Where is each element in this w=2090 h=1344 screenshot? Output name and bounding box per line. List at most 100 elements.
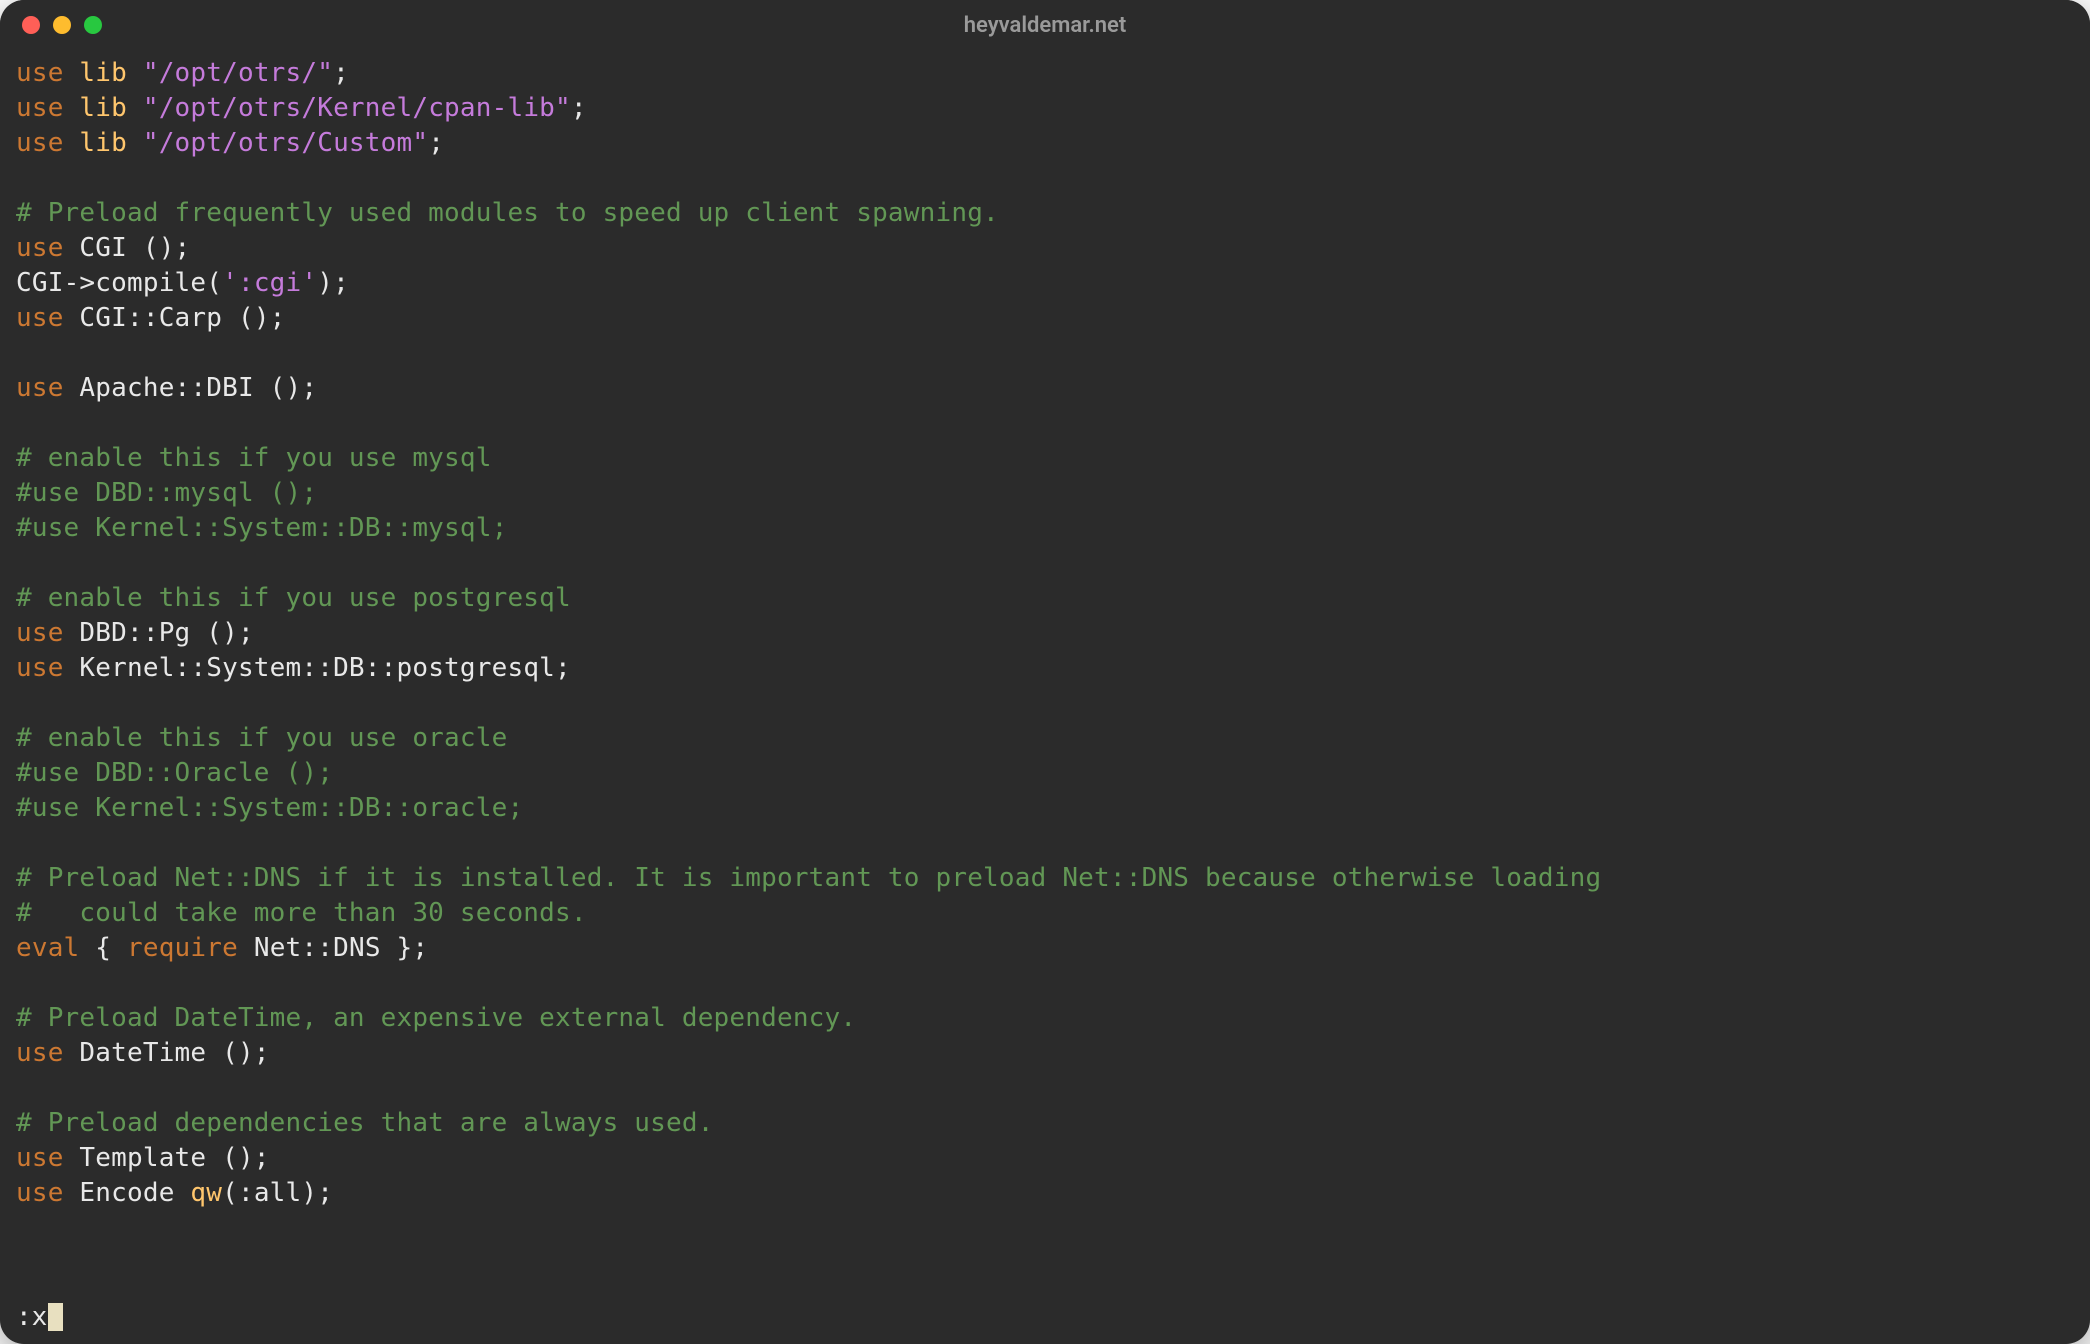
terminal-window: heyvaldemar.net use lib "/opt/otrs/";use… xyxy=(0,0,2090,1344)
code-line xyxy=(16,406,2074,441)
cursor-icon xyxy=(48,1303,63,1331)
code-line: # enable this if you use mysql xyxy=(16,441,2074,476)
code-token-punc: (); xyxy=(254,373,317,403)
code-token-str: "/opt/otrs/" xyxy=(143,58,333,88)
terminal-content[interactable]: use lib "/opt/otrs/";use lib "/opt/otrs/… xyxy=(0,50,2090,1223)
code-line: CGI->compile(':cgi'); xyxy=(16,266,2074,301)
code-token-punc: ; xyxy=(428,128,444,158)
close-icon[interactable] xyxy=(22,16,40,34)
code-token-punc xyxy=(64,128,80,158)
code-token-str: "/opt/otrs/Kernel/cpan-lib" xyxy=(143,93,571,123)
code-token-punc: ; xyxy=(412,933,428,963)
code-line xyxy=(16,826,2074,861)
code-token-punc: ); xyxy=(317,268,349,298)
code-token-punc: ( xyxy=(206,268,222,298)
code-token-punc: (); xyxy=(127,233,190,263)
code-line: # could take more than 30 seconds. xyxy=(16,896,2074,931)
code-line xyxy=(16,1071,2074,1106)
code-token-cmt: # could take more than 30 seconds. xyxy=(16,898,587,928)
code-token-kw: use xyxy=(16,373,64,403)
code-token-cmt: # Preload Net::DNS if it is installed. I… xyxy=(16,863,1601,893)
code-token-func: lib xyxy=(79,58,127,88)
code-token-func: lib xyxy=(79,128,127,158)
code-token-kw: use xyxy=(16,1143,64,1173)
code-token-punc: (); xyxy=(190,618,253,648)
code-token-punc: (); xyxy=(206,1038,269,1068)
code-token-cmt: #use DBD::mysql (); xyxy=(16,478,317,508)
code-token-cmt: # enable this if you use mysql xyxy=(16,443,492,473)
code-token-cmt: #use DBD::Oracle (); xyxy=(16,758,333,788)
code-token-func: qw xyxy=(190,1178,222,1208)
code-line: # enable this if you use oracle xyxy=(16,721,2074,756)
code-token-kw: use xyxy=(16,653,64,683)
maximize-icon[interactable] xyxy=(84,16,102,34)
code-line: use Apache::DBI (); xyxy=(16,371,2074,406)
minimize-icon[interactable] xyxy=(53,16,71,34)
code-token-kw: use xyxy=(16,1178,64,1208)
vim-command-line[interactable]: :x xyxy=(16,1302,63,1332)
code-token-cmt: # Preload frequently used modules to spe… xyxy=(16,198,999,228)
code-token-punc xyxy=(381,933,397,963)
code-token-punc: (:all); xyxy=(222,1178,333,1208)
code-token-punc xyxy=(64,618,80,648)
code-token-brace: { xyxy=(95,933,111,963)
code-token-punc xyxy=(238,933,254,963)
code-line xyxy=(16,546,2074,581)
code-token-punc xyxy=(111,933,127,963)
code-token-punc xyxy=(64,1038,80,1068)
code-token-id: DBD::Pg xyxy=(79,618,190,648)
code-token-cmt: #use Kernel::System::DB::oracle; xyxy=(16,793,523,823)
code-token-id: Kernel::System::DB::postgresql xyxy=(79,653,555,683)
code-token-cmt: # enable this if you use postgresql xyxy=(16,583,571,613)
code-line: eval { require Net::DNS }; xyxy=(16,931,2074,966)
code-token-punc: (); xyxy=(206,1143,269,1173)
code-token-str: ':cgi' xyxy=(222,268,317,298)
code-line: use CGI (); xyxy=(16,231,2074,266)
code-token-punc xyxy=(64,233,80,263)
code-line: #use Kernel::System::DB::oracle; xyxy=(16,791,2074,826)
code-token-punc: (); xyxy=(222,303,285,333)
code-token-punc: ; xyxy=(555,653,571,683)
code-token-kw: use xyxy=(16,58,64,88)
code-line: use Kernel::System::DB::postgresql; xyxy=(16,651,2074,686)
code-token-id: Net::DNS xyxy=(254,933,381,963)
code-token-id: DateTime xyxy=(79,1038,206,1068)
code-token-punc xyxy=(64,653,80,683)
code-token-kw: eval xyxy=(16,933,79,963)
code-token-cmt: # Preload dependencies that are always u… xyxy=(16,1108,714,1138)
code-token-func: lib xyxy=(79,93,127,123)
code-token-cmt: #use Kernel::System::DB::mysql; xyxy=(16,513,507,543)
code-token-str: "/opt/otrs/Custom" xyxy=(143,128,428,158)
code-token-id: compile xyxy=(95,268,206,298)
code-line: #use DBD::mysql (); xyxy=(16,476,2074,511)
titlebar: heyvaldemar.net xyxy=(0,0,2090,50)
code-token-id: Template xyxy=(79,1143,206,1173)
code-token-id: Encode xyxy=(79,1178,174,1208)
code-line: use lib "/opt/otrs/Custom"; xyxy=(16,126,2074,161)
code-token-kw: use xyxy=(16,93,64,123)
code-line xyxy=(16,686,2074,721)
code-token-punc xyxy=(79,933,95,963)
code-token-kw: require xyxy=(127,933,238,963)
code-token-punc xyxy=(64,1178,80,1208)
code-line: # Preload DateTime, an expensive externa… xyxy=(16,1001,2074,1036)
vim-command-text: :x xyxy=(16,1302,47,1332)
code-line xyxy=(16,161,2074,196)
code-line xyxy=(16,336,2074,371)
code-line: use lib "/opt/otrs/"; xyxy=(16,56,2074,91)
window-title: heyvaldemar.net xyxy=(0,13,2090,38)
code-token-id: CGI::Carp xyxy=(79,303,222,333)
traffic-lights xyxy=(22,16,102,34)
code-token-kw: use xyxy=(16,618,64,648)
code-token-kw: use xyxy=(16,1038,64,1068)
code-line: #use DBD::Oracle (); xyxy=(16,756,2074,791)
code-line: use Encode qw(:all); xyxy=(16,1176,2074,1211)
code-line: use DateTime (); xyxy=(16,1036,2074,1071)
code-line: # Preload Net::DNS if it is installed. I… xyxy=(16,861,2074,896)
code-token-arrow: -> xyxy=(64,268,96,298)
code-token-punc xyxy=(175,1178,191,1208)
code-token-id: CGI xyxy=(16,268,64,298)
code-line: # enable this if you use postgresql xyxy=(16,581,2074,616)
code-line: # Preload dependencies that are always u… xyxy=(16,1106,2074,1141)
code-token-punc xyxy=(64,1143,80,1173)
